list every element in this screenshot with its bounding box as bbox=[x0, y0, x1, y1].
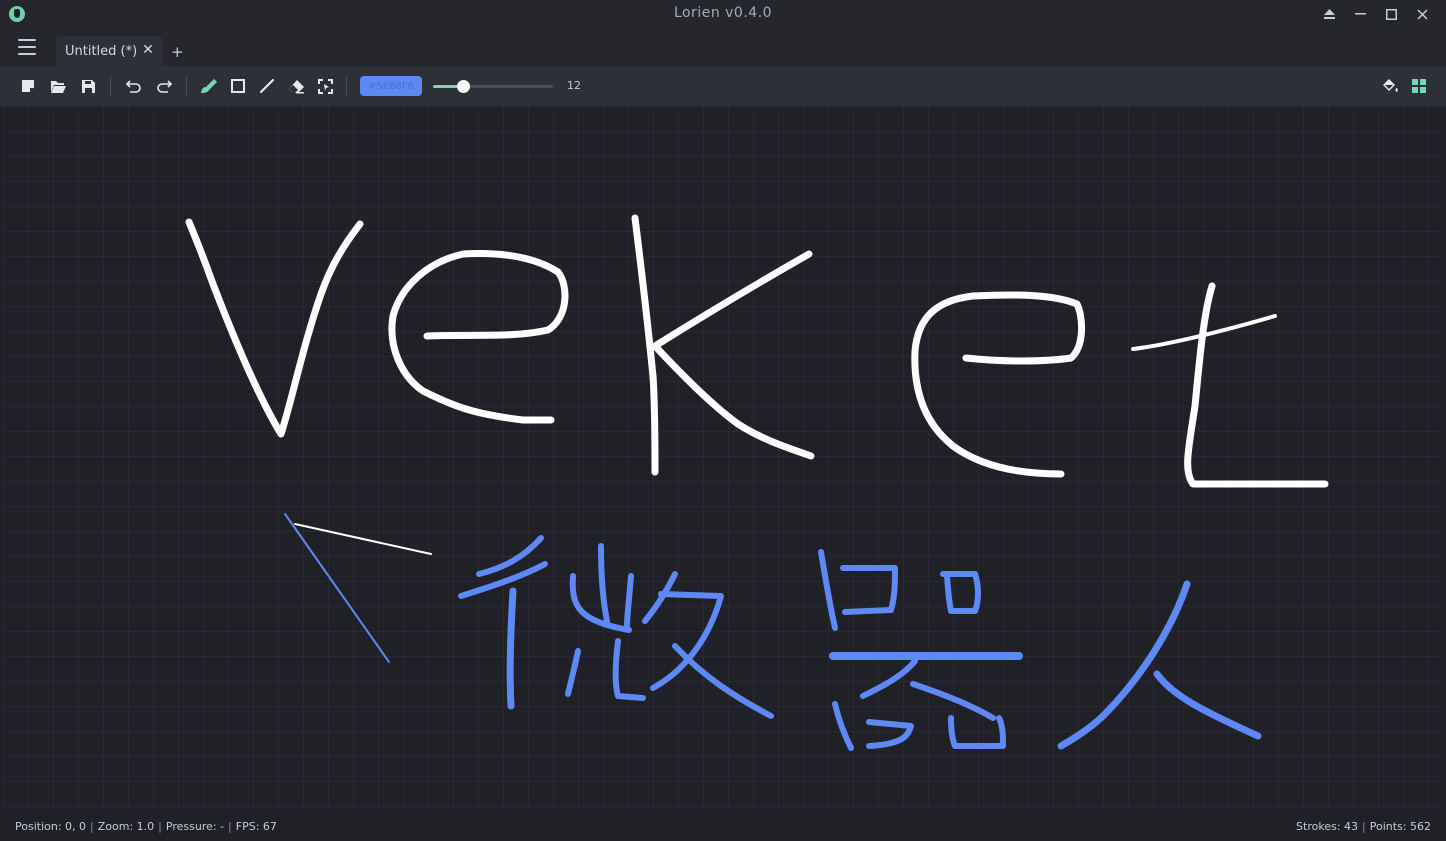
stroke-blue bbox=[818, 549, 838, 631]
stroke-blue bbox=[650, 591, 724, 691]
stroke-blue bbox=[284, 513, 390, 663]
status-position: Position: 0, 0 bbox=[15, 820, 87, 833]
redo-icon[interactable] bbox=[152, 74, 176, 98]
stroke-blue bbox=[506, 587, 517, 710]
stroke-blue bbox=[948, 715, 1006, 749]
drawing-canvas[interactable] bbox=[3, 106, 1443, 812]
stroke-blue bbox=[866, 719, 914, 749]
window-title: Lorien v0.4.0 bbox=[673, 5, 773, 21]
stroke-blue bbox=[612, 638, 646, 701]
stroke-white bbox=[185, 218, 364, 438]
color-picker-button[interactable]: #5E88F6 bbox=[360, 76, 422, 96]
toolbar-separator bbox=[110, 76, 111, 96]
status-pressure: Pressure: - bbox=[165, 820, 225, 833]
brush-size-slider-handle[interactable] bbox=[457, 80, 470, 93]
stroke-blue bbox=[642, 571, 678, 624]
undo-icon[interactable] bbox=[121, 74, 145, 98]
stroke-blue bbox=[672, 643, 774, 719]
window-controls bbox=[1314, 0, 1438, 28]
status-points: Points: 562 bbox=[1369, 820, 1431, 833]
new-file-icon[interactable] bbox=[16, 74, 40, 98]
canvas-strokes bbox=[185, 214, 1329, 751]
rectangle-icon[interactable] bbox=[226, 74, 250, 98]
status-bar: Position: 0, 0 | Zoom: 1.0 | Pressure: - | FPS… bbox=[0, 812, 1446, 841]
stroke-blue bbox=[624, 573, 634, 629]
toolbar-separator bbox=[186, 76, 187, 96]
stroke-blue bbox=[860, 658, 918, 699]
brush-size-slider[interactable] bbox=[433, 80, 553, 93]
eraser-icon[interactable] bbox=[284, 74, 308, 98]
stroke-white bbox=[911, 291, 1085, 478]
stroke-white bbox=[388, 250, 569, 424]
app-window: Lorien v0.4.0 Untitled (*) ✕ + #5E88F6 1… bbox=[0, 0, 1446, 841]
stroke-blue bbox=[598, 543, 610, 624]
hamburger-menu-icon[interactable] bbox=[16, 36, 40, 58]
stroke-blue bbox=[910, 681, 996, 721]
tab-bar: Untitled (*) ✕ + bbox=[0, 28, 1446, 66]
eject-icon[interactable] bbox=[1314, 0, 1345, 28]
minimize-icon[interactable] bbox=[1345, 0, 1376, 28]
title-bar: Lorien v0.4.0 bbox=[0, 0, 1446, 28]
stroke-white bbox=[294, 523, 432, 555]
stroke-blue bbox=[1153, 670, 1262, 740]
toolbar: #5E88F6 12 bbox=[0, 66, 1446, 106]
paint-bucket-icon[interactable] bbox=[1378, 74, 1402, 98]
stroke-white bbox=[651, 250, 813, 350]
status-right: Strokes: 43 | Points: 562 bbox=[1296, 820, 1431, 833]
brush-icon[interactable] bbox=[197, 74, 221, 98]
stroke-blue bbox=[1057, 580, 1191, 750]
tab-close-icon[interactable]: ✕ bbox=[140, 42, 156, 58]
stroke-white bbox=[651, 342, 815, 460]
status-left: Position: 0, 0 | Zoom: 1.0 | Pressure: - | FPS… bbox=[15, 820, 277, 833]
stroke-blue bbox=[832, 701, 854, 751]
stroke-blue bbox=[565, 648, 581, 697]
brush-size-value: 12 bbox=[567, 79, 581, 92]
close-icon[interactable] bbox=[1407, 0, 1438, 28]
stroke-blue bbox=[940, 571, 981, 614]
tab-untitled[interactable]: Untitled (*) ✕ bbox=[56, 36, 162, 66]
grid-icon[interactable] bbox=[1407, 74, 1431, 98]
stroke-white bbox=[1184, 282, 1329, 488]
toolbar-separator bbox=[346, 76, 347, 96]
status-zoom: Zoom: 1.0 bbox=[97, 820, 155, 833]
save-icon[interactable] bbox=[76, 74, 100, 98]
status-fps: FPS: 67 bbox=[235, 820, 277, 833]
add-tab-button[interactable]: + bbox=[171, 43, 184, 61]
maximize-icon[interactable] bbox=[1376, 0, 1407, 28]
open-folder-icon[interactable] bbox=[46, 74, 70, 98]
stroke-blue bbox=[840, 565, 898, 615]
selection-icon[interactable] bbox=[313, 74, 337, 98]
status-strokes: Strokes: 43 bbox=[1296, 820, 1359, 833]
line-icon[interactable] bbox=[255, 74, 279, 98]
tab-label: Untitled (*) bbox=[65, 43, 138, 59]
